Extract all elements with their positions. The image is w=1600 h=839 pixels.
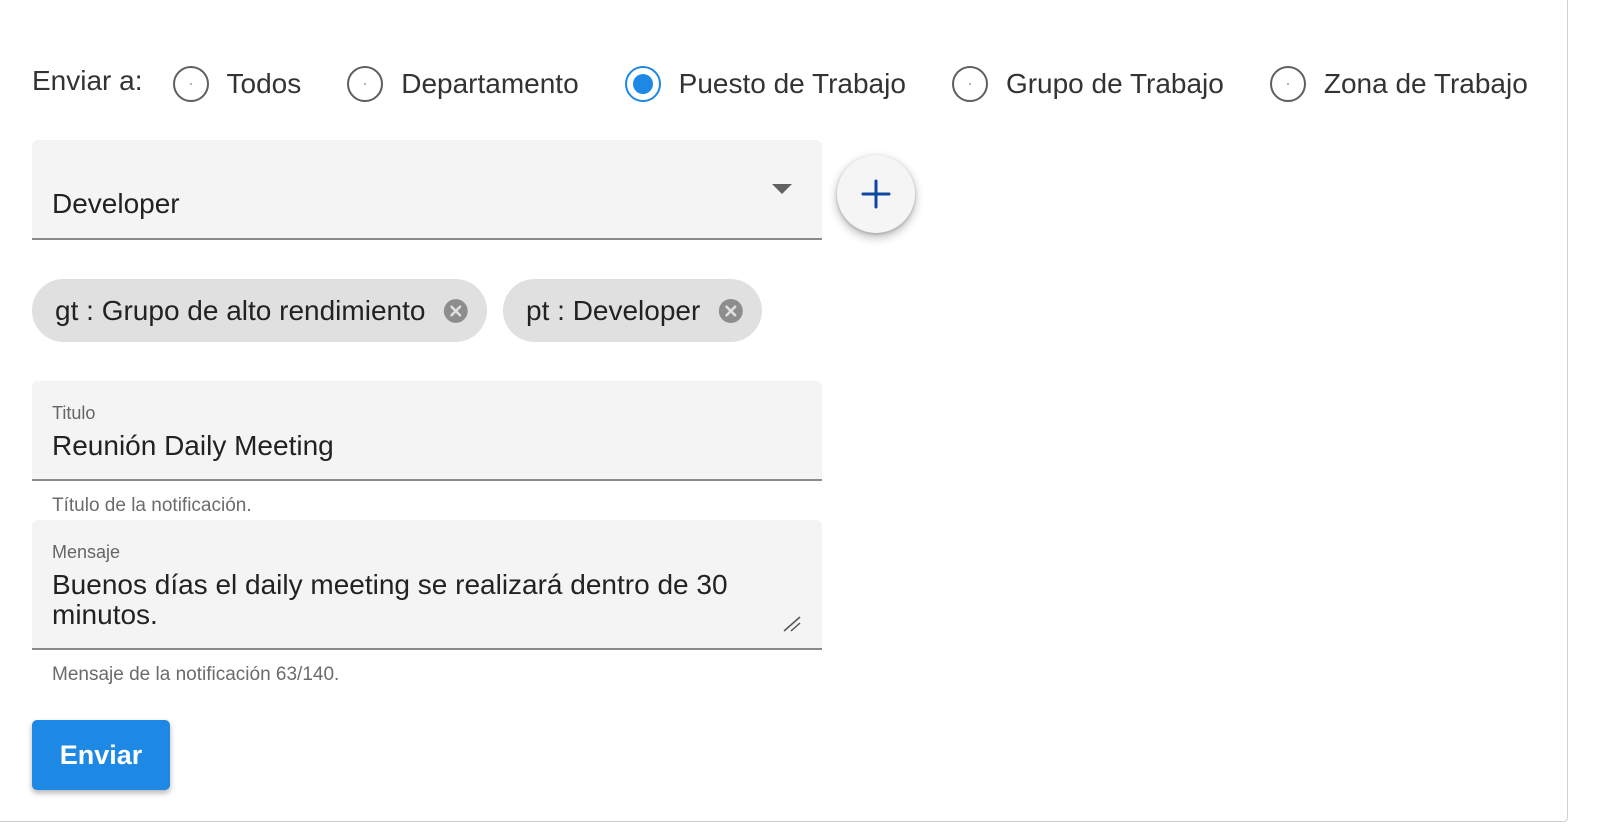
chip-label: pt : Developer: [526, 294, 701, 326]
cancel-circle-icon[interactable]: [443, 296, 469, 326]
radio-button[interactable]: [172, 66, 209, 102]
radio-option-grupo-de-trabajo[interactable]: Grupo de Trabajo: [951, 66, 1224, 102]
message-textarea-line[interactable]: Buenos días el daily meeting se realizar…: [52, 570, 728, 600]
message-helper-text: Mensaje de la notificación 63/140.: [52, 664, 340, 685]
puesto-select[interactable]: Developer: [32, 140, 822, 240]
resize-handle-icon[interactable]: [782, 616, 802, 632]
radio-button[interactable]: [1269, 66, 1306, 102]
radio-label: Grupo de Trabajo: [1005, 68, 1224, 99]
radio-label: Puesto de Trabajo: [678, 68, 906, 99]
chip-label: gt : Grupo de alto rendimiento: [55, 294, 426, 326]
caret-down-icon: [772, 184, 792, 194]
radio-option-puesto-de-trabajo[interactable]: Puesto de Trabajo: [624, 66, 906, 102]
send-button[interactable]: Enviar: [32, 720, 170, 790]
radio-option-departamento[interactable]: Departamento: [347, 66, 579, 102]
radio-button[interactable]: [347, 66, 384, 102]
cancel-circle-icon[interactable]: [718, 296, 744, 326]
title-field[interactable]: Titulo Reunión Daily Meeting: [32, 381, 822, 481]
plus-icon: [861, 179, 891, 209]
chip-group: gt : Grupo de alto rendimiento: [32, 279, 487, 342]
title-helper-text: Título de la notificación.: [52, 495, 252, 516]
title-field-label: Titulo: [52, 403, 96, 423]
radio-label: Zona de Trabajo: [1323, 68, 1528, 99]
select-value: Developer: [52, 188, 180, 219]
radio-button[interactable]: [951, 66, 988, 102]
radio-label: Departamento: [401, 68, 579, 99]
radio-label: Todos: [226, 68, 302, 99]
radio-option-todos[interactable]: Todos: [172, 66, 302, 102]
radio-button-selected[interactable]: [624, 66, 661, 102]
message-textarea-line[interactable]: minutos.: [52, 600, 158, 630]
send-to-radio-group: Enviar a: Todos Departamento Puesto de T…: [32, 60, 1528, 108]
add-button[interactable]: [837, 155, 915, 233]
message-field-label: Mensaje: [52, 542, 121, 562]
send-to-label: Enviar a:: [32, 65, 143, 96]
radio-option-zona-de-trabajo[interactable]: Zona de Trabajo: [1269, 66, 1528, 102]
chip-position: pt : Developer: [503, 279, 762, 342]
message-field[interactable]: Mensaje Buenos días el daily meeting se …: [32, 520, 822, 650]
title-input[interactable]: Reunión Daily Meeting: [52, 431, 334, 461]
recipient-chips: gt : Grupo de alto rendimiento pt : Deve…: [32, 279, 778, 342]
notification-form: Enviar a: Todos Departamento Puesto de T…: [0, 0, 1600, 839]
